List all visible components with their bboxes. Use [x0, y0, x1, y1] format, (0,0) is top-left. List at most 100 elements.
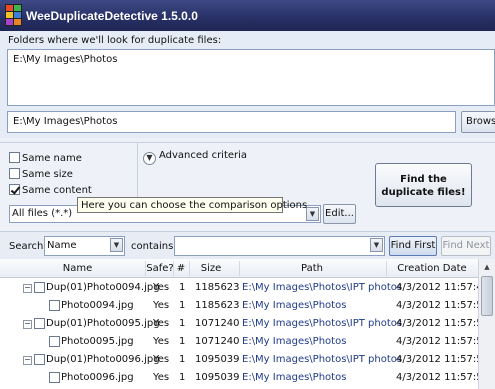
table-header: Name Safe? # Size Path Creation Date — [0, 259, 478, 278]
search-field-value: Name — [47, 240, 77, 251]
cell-name: Dup(01)Photo0096.jpg — [46, 354, 160, 365]
same-name-checkbox[interactable] — [9, 152, 20, 163]
column-header-safe[interactable]: Safe? — [146, 263, 174, 274]
chevron-down-icon[interactable]: ▼ — [370, 238, 383, 252]
collapse-icon[interactable]: − — [23, 320, 32, 329]
same-content-label: Same content — [22, 185, 92, 196]
cell-path: E:\My Images\Photos — [242, 300, 347, 311]
advanced-criteria-toggle[interactable]: ▼ Advanced criteria — [143, 150, 247, 165]
column-header-size[interactable]: Size — [190, 263, 232, 274]
cell-size: 1185623 — [195, 282, 240, 293]
folders-label: Folders where we'll look for duplicate f… — [8, 35, 222, 46]
cell-count: 1 — [179, 354, 186, 365]
cell-name: Dup(01)Photo0094.jpg — [46, 282, 160, 293]
same-content-option[interactable]: Same content — [9, 184, 92, 196]
row-checkbox[interactable] — [49, 372, 60, 383]
cell-safe: Yes — [153, 282, 170, 293]
cell-safe: Yes — [153, 372, 170, 383]
app-icon-tile — [14, 5, 21, 11]
criteria-panel: Same name Same size Same content ▼ Advanc… — [0, 142, 495, 230]
search-text-input[interactable]: ▼ — [174, 236, 385, 256]
vertical-scrollbar[interactable]: ▲ — [478, 259, 495, 389]
same-content-checkbox[interactable] — [9, 184, 20, 195]
app-icon — [5, 4, 22, 26]
browse-button[interactable]: Browse — [461, 111, 495, 133]
file-filter-value: All files (*.*) — [12, 208, 73, 219]
cell-date: 4/3/2012 11:57:51 — [396, 318, 490, 329]
search-bar: Search: Name ▼ contains ▼ Find First Fin… — [0, 231, 495, 259]
app-icon-tile — [14, 12, 21, 18]
folders-list[interactable]: E:\My Images\Photos — [7, 49, 495, 106]
cell-size: 1095039 — [195, 372, 240, 383]
cell-path: E:\My Images\Photos\IPT photos — [242, 282, 403, 293]
row-checkbox[interactable] — [34, 318, 45, 329]
scroll-up-icon[interactable]: ▲ — [480, 260, 494, 274]
column-header-name[interactable]: Name — [40, 263, 115, 274]
app-icon-tile — [6, 5, 13, 11]
folders-panel: Folders where we'll look for duplicate f… — [0, 31, 495, 138]
same-size-option[interactable]: Same size — [9, 168, 73, 180]
cell-count: 1 — [179, 336, 186, 347]
cell-size: 1071240 — [195, 318, 240, 329]
cell-safe: Yes — [153, 354, 170, 365]
same-size-checkbox[interactable] — [9, 168, 20, 179]
cell-count: 1 — [179, 372, 186, 383]
edit-filter-button[interactable]: Edit... — [323, 204, 356, 224]
find-first-button[interactable]: Find First — [389, 236, 437, 256]
cell-date: 4/3/2012 11:57:58 — [396, 336, 490, 347]
title-bar: WeeDuplicateDetective 1.5.0.0 — [0, 0, 495, 31]
cell-path: E:\My Images\Photos — [242, 372, 347, 383]
cell-safe: Yes — [153, 336, 170, 347]
cell-count: 1 — [179, 282, 186, 293]
table-row[interactable]: Photo0096.jpg Yes 1 1095039 E:\My Images… — [0, 369, 489, 387]
app-icon-tile — [6, 19, 13, 25]
table-body: − Dup(01)Photo0094.jpg Yes 1 1185623 E:\… — [0, 279, 489, 387]
folder-list-item[interactable]: E:\My Images\Photos — [13, 54, 117, 65]
row-checkbox[interactable] — [49, 300, 60, 311]
cell-safe: Yes — [153, 300, 170, 311]
cell-name: Photo0095.jpg — [61, 336, 134, 347]
column-header-date[interactable]: Creation Date — [386, 263, 478, 274]
row-checkbox[interactable] — [49, 336, 60, 347]
cell-date: 4/3/2012 11:57:49 — [396, 282, 490, 293]
table-row[interactable]: − Dup(01)Photo0095.jpg Yes 1 1071240 E:\… — [0, 315, 489, 333]
search-field-select[interactable]: Name ▼ — [44, 236, 125, 256]
cell-date: 4/3/2012 11:57:59 — [396, 372, 490, 383]
row-checkbox[interactable] — [34, 354, 45, 365]
cell-size: 1071240 — [195, 336, 240, 347]
same-name-option[interactable]: Same name — [9, 152, 82, 164]
cell-path: E:\My Images\Photos — [242, 336, 347, 347]
chevron-down-icon[interactable]: ▼ — [110, 238, 123, 252]
app-icon-tile — [6, 12, 13, 18]
column-header-path[interactable]: Path — [240, 263, 384, 274]
cell-path: E:\My Images\Photos\IPT photos — [242, 354, 403, 365]
collapse-icon[interactable]: − — [23, 356, 32, 365]
cell-date: 4/3/2012 11:57:57 — [396, 300, 490, 311]
window-title: WeeDuplicateDetective 1.5.0.0 — [26, 9, 198, 23]
app-icon-tile — [14, 19, 21, 25]
cell-count: 1 — [179, 318, 186, 329]
cell-date: 4/3/2012 11:57:53 — [396, 354, 490, 365]
find-duplicates-button[interactable]: Find the duplicate files! — [375, 163, 472, 207]
scroll-thumb[interactable] — [481, 276, 493, 316]
folder-path-input[interactable]: E:\My Images\Photos — [7, 111, 456, 133]
cell-size: 1095039 — [195, 354, 240, 365]
cell-count: 1 — [179, 300, 186, 311]
criteria-divider — [137, 143, 138, 203]
cell-name: Dup(01)Photo0095.jpg — [46, 318, 160, 329]
cell-size: 1185623 — [195, 300, 240, 311]
collapse-icon[interactable]: − — [23, 284, 32, 293]
table-row[interactable]: − Dup(01)Photo0096.jpg Yes 1 1095039 E:\… — [0, 351, 489, 369]
cell-path: E:\My Images\Photos\IPT photos — [242, 318, 403, 329]
column-header-count[interactable]: # — [174, 263, 188, 274]
advanced-criteria-label: Advanced criteria — [159, 150, 248, 161]
table-row[interactable]: − Dup(01)Photo0094.jpg Yes 1 1185623 E:\… — [0, 279, 489, 297]
same-size-label: Same size — [22, 169, 73, 180]
table-row[interactable]: Photo0095.jpg Yes 1 1071240 E:\My Images… — [0, 333, 489, 351]
find-next-button[interactable]: Find Next — [441, 236, 491, 256]
contains-label: contains — [131, 241, 174, 252]
row-checkbox[interactable] — [34, 282, 45, 293]
table-row[interactable]: Photo0094.jpg Yes 1 1185623 E:\My Images… — [0, 297, 489, 315]
comparison-tooltip: Here you can choose the comparison optio… — [77, 197, 307, 213]
chevron-down-icon[interactable]: ▼ — [306, 207, 319, 221]
